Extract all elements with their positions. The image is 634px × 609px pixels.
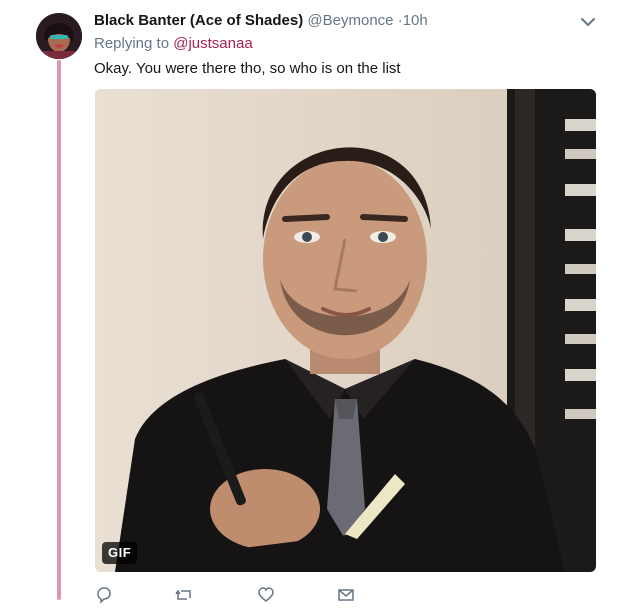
- envelope-icon[interactable]: [337, 586, 355, 604]
- avatar[interactable]: [36, 13, 82, 59]
- replying-to-label: Replying to: [94, 35, 170, 52]
- mention-link[interactable]: @justsanaa: [173, 35, 252, 52]
- gif-media[interactable]: [95, 89, 596, 572]
- author-handle[interactable]: @Beymonce: [307, 12, 393, 29]
- retweet-icon[interactable]: [175, 586, 193, 604]
- thread-line: [57, 60, 61, 600]
- tweet-header: Black Banter (Ace of Shades) @Beymonce ·…: [94, 11, 428, 31]
- tweet-actions: [95, 586, 595, 606]
- chevron-down-icon[interactable]: [578, 12, 598, 32]
- heart-icon[interactable]: [257, 586, 275, 604]
- tweet-text: Okay. You were there tho, so who is on t…: [94, 60, 401, 77]
- gif-badge: GIF: [102, 542, 138, 564]
- reply-icon[interactable]: [95, 586, 113, 604]
- tweet-timestamp[interactable]: 10h: [403, 12, 428, 29]
- author-name[interactable]: Black Banter (Ace of Shades): [94, 12, 303, 29]
- replying-to: Replying to @justsanaa: [94, 35, 253, 52]
